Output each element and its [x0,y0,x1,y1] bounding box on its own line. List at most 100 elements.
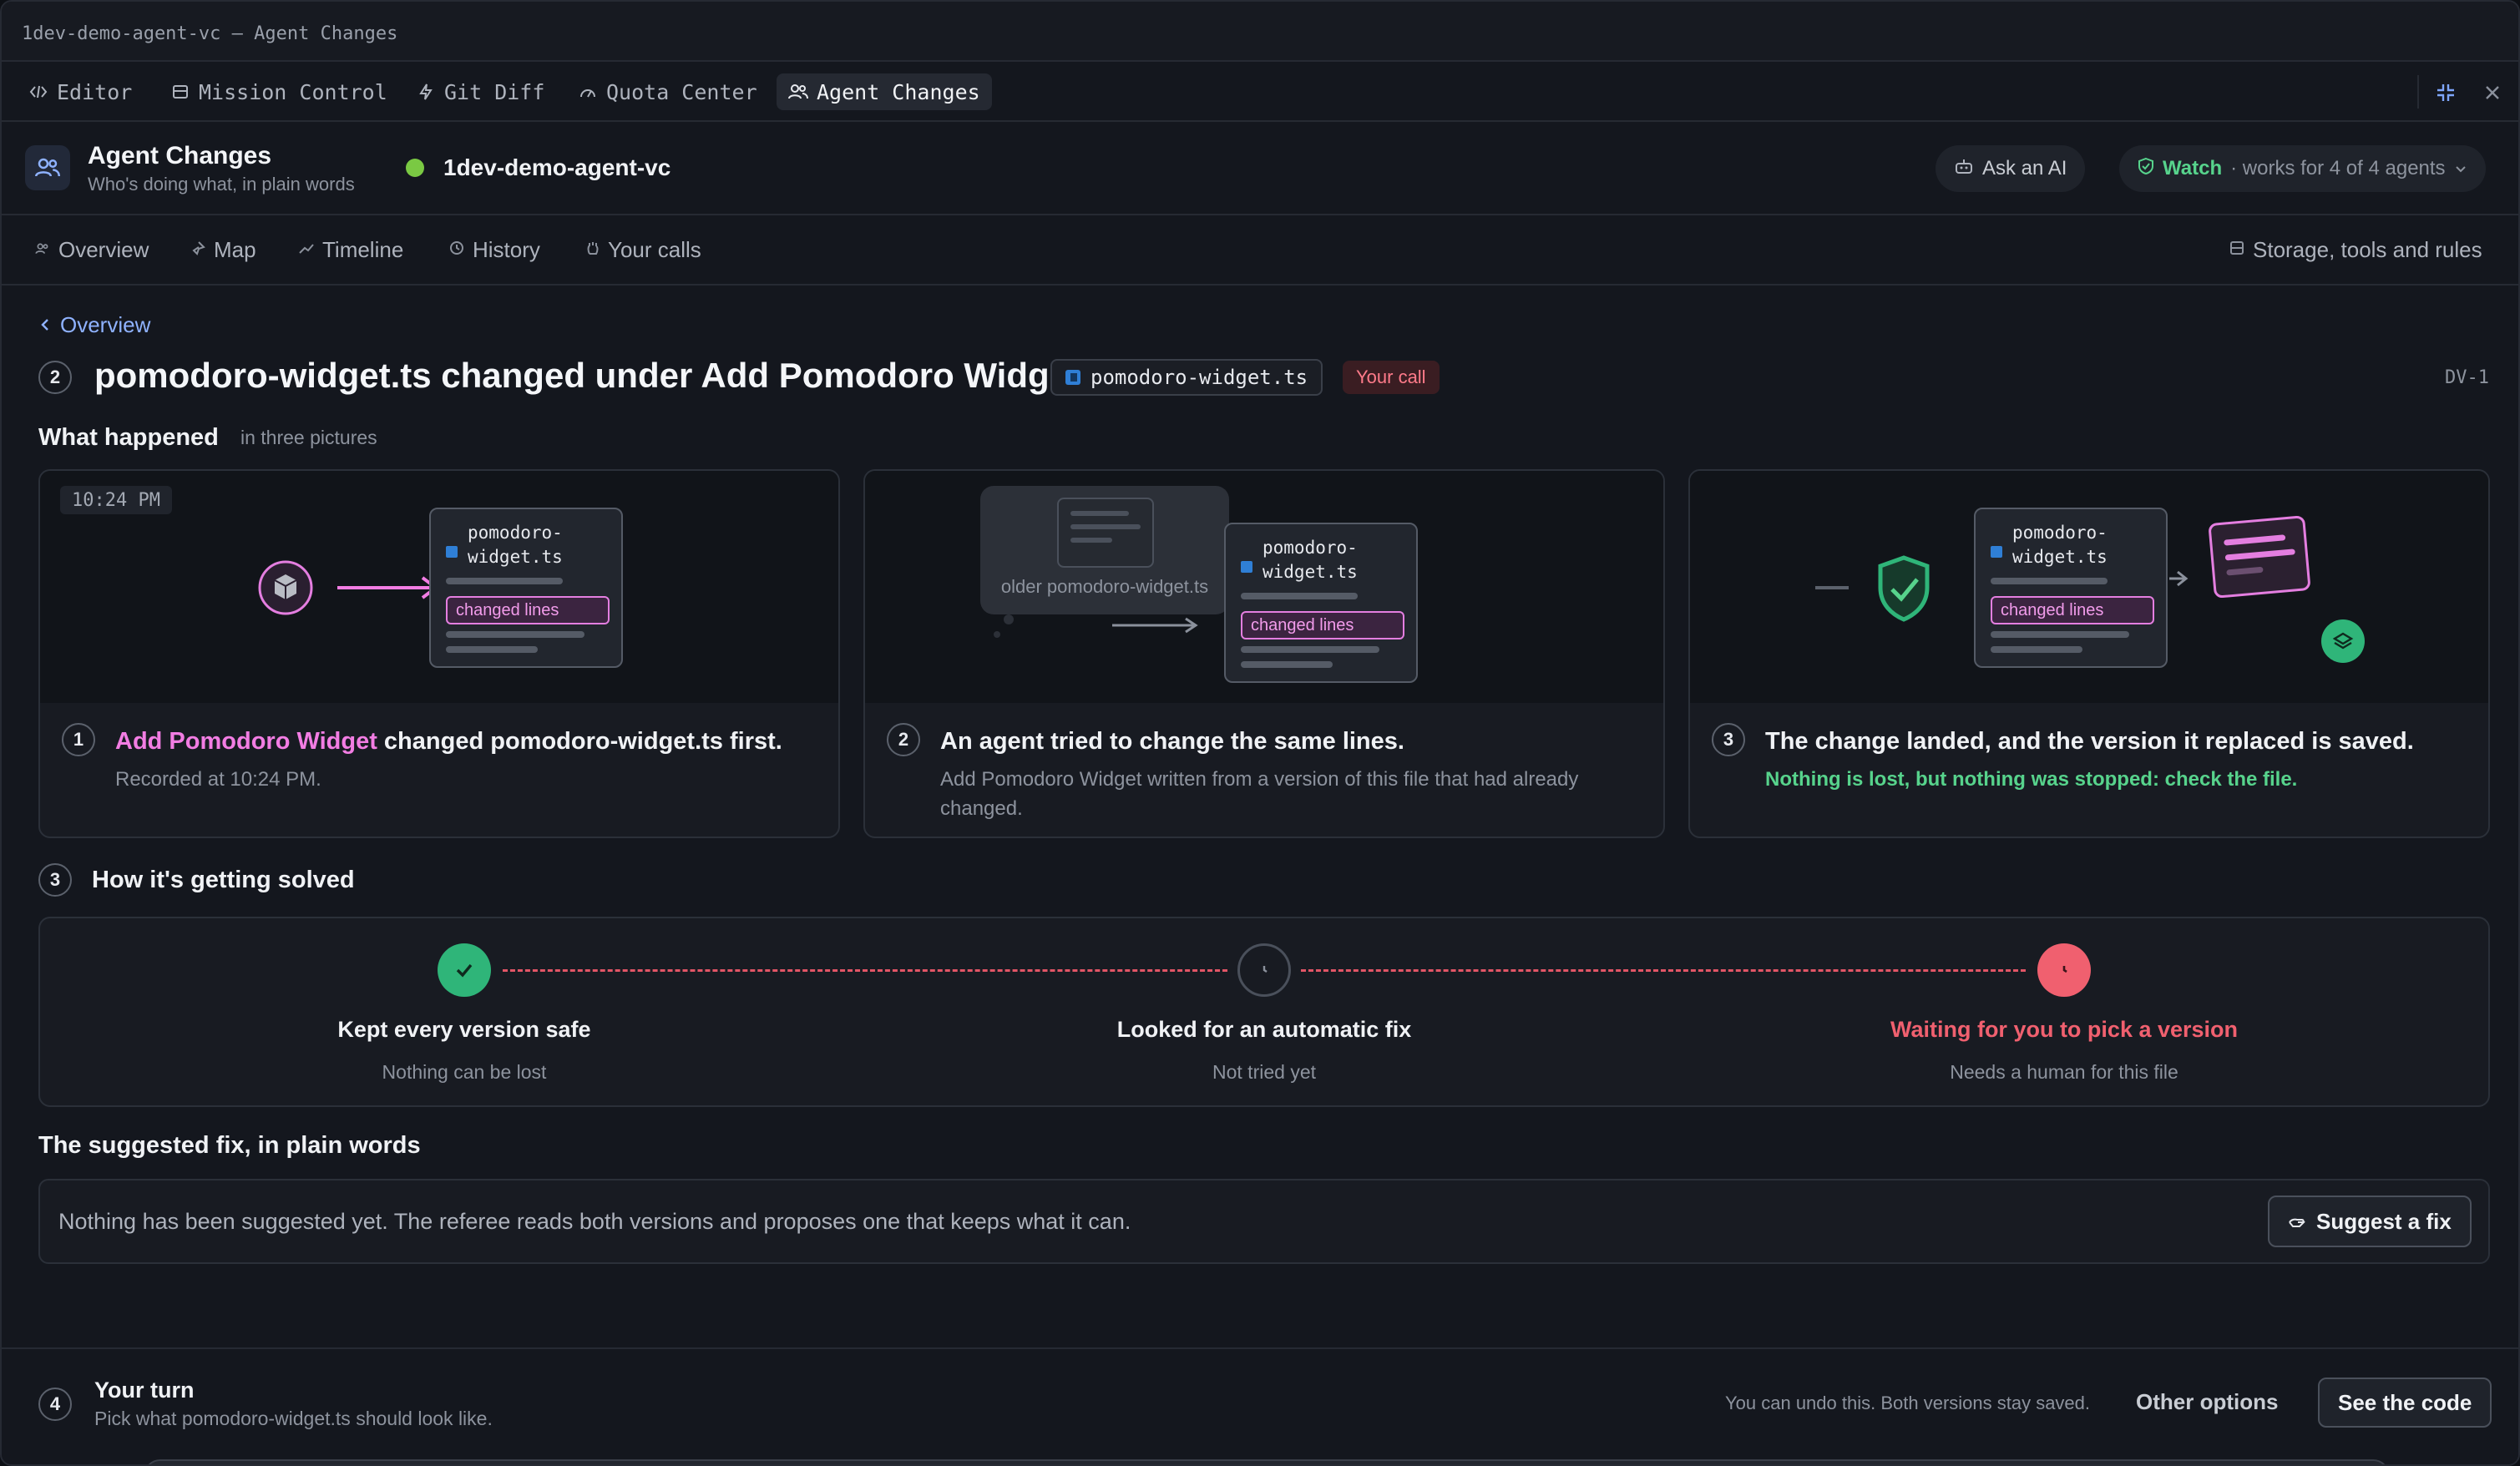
card-description: Nothing is lost, but nothing was stopped… [1765,768,2298,791]
file-icon [1991,546,2002,558]
subnav-label: Overview [58,237,149,262]
story-card-3: pomodoro- widget.ts changed lines 3 The [1688,469,2490,838]
story-picture: older pomodoro-widget.ts pomodoro- widge… [865,471,1663,703]
subnav-history[interactable]: History [449,237,540,263]
watch-dropdown[interactable]: Watch · works for 4 of 4 agents [2119,145,2486,192]
tab-git-diff[interactable]: Git Diff [404,73,556,110]
clock-icon [2037,943,2091,997]
tab-agent-changes[interactable]: Agent Changes [777,73,992,110]
chevron-left-icon [40,312,50,338]
footer-subtitle: Pick what pomodoro-widget.ts should look… [94,1408,493,1429]
chevron-down-icon [2454,157,2467,180]
bolt-icon [416,82,436,102]
subnav-map[interactable]: Map [192,237,256,263]
changed-lines-tag: changed lines [446,596,610,624]
tab-label: Agent Changes [817,79,980,104]
file-icon [1065,370,1080,385]
back-label: Overview [60,312,151,337]
story-card-1: 10:24 PM pomodoro- widget.ts changed lin… [38,469,840,838]
section-title-what-happened: What happened [38,424,219,451]
card-title: The change landed, and the version it re… [1765,728,2414,755]
gauge-icon [578,82,598,102]
storage-tools-link[interactable]: Storage, tools and rules [2229,237,2482,263]
tab-editor[interactable]: Editor [17,73,144,110]
story-picture: 10:24 PM pomodoro- widget.ts changed lin… [40,471,838,703]
layout-icon [170,82,190,102]
progress-step-label: Looked for an automatic fix [1116,1017,1412,1042]
status-badge: Your call [1343,361,1440,394]
mini-file-name: pomodoro- widget.ts [2012,523,2108,567]
saved-version-card [2208,515,2311,599]
page-subtitle: Who's doing what, in plain words [88,174,355,195]
older-file-label: older pomodoro-widget.ts [1000,576,1209,597]
mini-file: pomodoro- widget.ts changed lines [429,508,623,668]
tab-label: Editor [57,79,133,104]
bottom-input-bar[interactable] [144,1459,2390,1464]
subnav-timeline[interactable]: Timeline [299,237,403,263]
progress-step-sub: Not tried yet [1212,1061,1316,1083]
collapse-icon[interactable] [2431,78,2460,107]
step-number: 3 [38,863,72,897]
subnav-label: Timeline [322,237,404,262]
card-title: An agent tried to change the same lines. [940,728,1404,755]
robot-icon [1954,157,1974,181]
check-icon [438,943,491,997]
file-icon [446,546,458,558]
shield-check-icon [1815,555,1930,622]
mini-file-name: pomodoro- widget.ts [1263,538,1358,582]
section-subtitle: in three pictures [240,427,377,448]
progress-step-sub: Needs a human for this file [1950,1061,2178,1083]
issue-id: DV-1 [2445,367,2489,388]
see-code-button[interactable]: See the code [2318,1378,2492,1428]
subnav-your-calls[interactable]: Your calls [586,237,701,263]
subnav-label: History [473,237,540,262]
time-chip: 10:24 PM [60,486,172,514]
card-number: 2 [887,723,920,756]
file-chip-label: pomodoro-widget.ts [1090,366,1308,389]
storage-tools-label: Storage, tools and rules [2253,237,2482,262]
tab-label: Quota Center [606,79,757,104]
hand-icon [586,240,600,260]
changed-lines-tag: changed lines [1991,596,2154,624]
shield-icon [2138,157,2154,181]
users-icon [25,145,70,190]
mini-file: pomodoro- widget.ts changed lines [1974,508,2168,668]
close-icon[interactable] [2478,78,2507,107]
progress-step-auto-fix: Looked for an automatic fix Not tried ye… [1014,943,1515,1084]
progress-step-sub: Nothing can be lost [382,1061,547,1083]
arrow-right-icon [1112,617,1198,634]
section-title-solving: How it's getting solved [92,867,355,893]
other-options-button[interactable]: Other options [2136,1389,2278,1415]
back-link[interactable]: Overview [40,312,150,338]
window-title: 1dev-demo-agent-vc — Agent Changes [22,23,398,44]
see-code-label: See the code [2338,1389,2472,1415]
watch-label: Watch [2163,157,2223,179]
subnav-overview[interactable]: Overview [35,237,149,263]
subnav-label: Your calls [608,237,701,262]
card-description: Recorded at 10:24 PM. [115,768,321,791]
story-picture: pomodoro- widget.ts changed lines [1690,471,2488,703]
status-dot [406,159,424,177]
suggestion-text: Nothing has been suggested yet. The refe… [58,1209,1131,1234]
progress-step-label: Kept every version safe [337,1017,591,1042]
suggest-fix-button[interactable]: Suggest a fix [2268,1196,2472,1247]
tab-quota-center[interactable]: Quota Center [566,73,769,110]
step-number: 2 [38,361,72,394]
section-nav: Overview Map Timeline History Your calls [2,215,2518,286]
story-card-2: older pomodoro-widget.ts pomodoro- widge… [863,469,1665,838]
ask-ai-button[interactable]: Ask an AI [1936,145,2086,192]
page-title: Agent Changes [88,142,272,169]
divider [2417,75,2419,109]
undo-note: You can undo this. Both versions stay sa… [1725,1393,2091,1413]
tab-mission-control[interactable]: Mission Control [159,73,399,110]
step-number: 4 [38,1388,72,1421]
watch-status: · works for 4 of 4 agents [2230,157,2446,179]
clock-icon [1237,943,1291,997]
conflict-title: pomodoro-widget.ts changed under Add Pom… [94,356,1080,395]
file-icon [1241,561,1252,573]
file-chip[interactable]: pomodoro-widget.ts [1050,359,1323,396]
progress-step-waiting: Waiting for you to pick a version Needs … [1814,943,2315,1084]
suggestion-panel: Nothing has been suggested yet. The refe… [38,1179,2490,1264]
footer-title: Your turn [94,1378,195,1403]
hand-icon [2288,1209,2306,1235]
